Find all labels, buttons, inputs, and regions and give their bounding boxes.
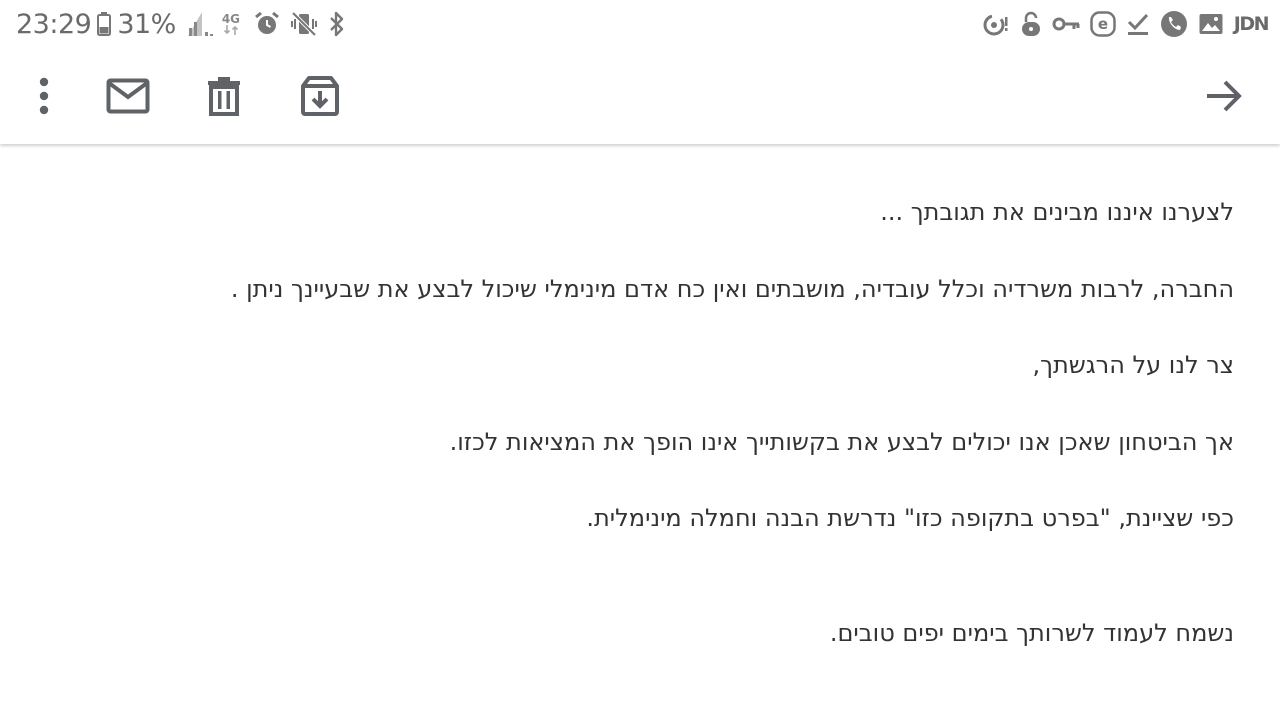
jdn-app-icon: JDN [1233, 13, 1270, 35]
archive-icon [301, 76, 339, 116]
message-line: נשמח לעמוד לשרותך בימים יפים טובים. [829, 619, 1234, 647]
svg-text:e: e [1098, 15, 1108, 33]
forward-arrow-icon [1207, 80, 1242, 112]
more-options-button[interactable] [20, 72, 68, 120]
message-line: החברה, לרבות משרדיה וכלל עובדיה, מושבתים… [230, 275, 1234, 303]
action-toolbar [0, 48, 1280, 144]
archive-button[interactable] [296, 72, 344, 120]
alarm-icon [254, 11, 280, 37]
status-bar-left: 23:29 31% 4G [16, 8, 346, 40]
message-line: לצערנו איננו מבינים את תגובתך ... [880, 198, 1234, 226]
mark-unread-button[interactable] [104, 72, 152, 120]
lock-icon [1020, 11, 1042, 37]
signal-icon [187, 12, 214, 36]
mark-unread-icon [106, 78, 150, 114]
vpn-key-icon [1052, 11, 1080, 37]
status-bar: 23:29 31% 4G e JDN [0, 0, 1280, 48]
more-vert-icon [39, 77, 49, 115]
network-4g-icon: 4G [222, 13, 240, 35]
battery-percent: 31% [117, 8, 176, 40]
message-line: אך הביטחון שאכן אנו יכולים לבצע את בקשות… [449, 428, 1234, 456]
data-saver-icon [982, 11, 1010, 37]
message-line: כפי שציינת, "בפרט בתקופה כזו" נדרשת הבנה… [586, 504, 1234, 532]
delete-button[interactable] [200, 72, 248, 120]
e-app-icon: e [1090, 11, 1116, 37]
delete-icon [208, 77, 240, 116]
network-type-label: 4G [221, 12, 241, 26]
phone-icon [1160, 10, 1188, 38]
message-body: לצערנו איננו מבינים את תגובתך ... החברה,… [0, 146, 1280, 720]
image-icon [1198, 11, 1224, 37]
status-time: 23:29 [16, 8, 92, 40]
battery-icon [97, 12, 112, 36]
checkmark-icon [1126, 11, 1150, 37]
bluetooth-icon [328, 11, 346, 37]
status-bar-right: e JDN [982, 8, 1270, 40]
forward-button[interactable] [1200, 72, 1248, 120]
message-line: צר לנו על הרגשתך, [1032, 351, 1234, 379]
vibrate-off-icon [290, 11, 318, 37]
